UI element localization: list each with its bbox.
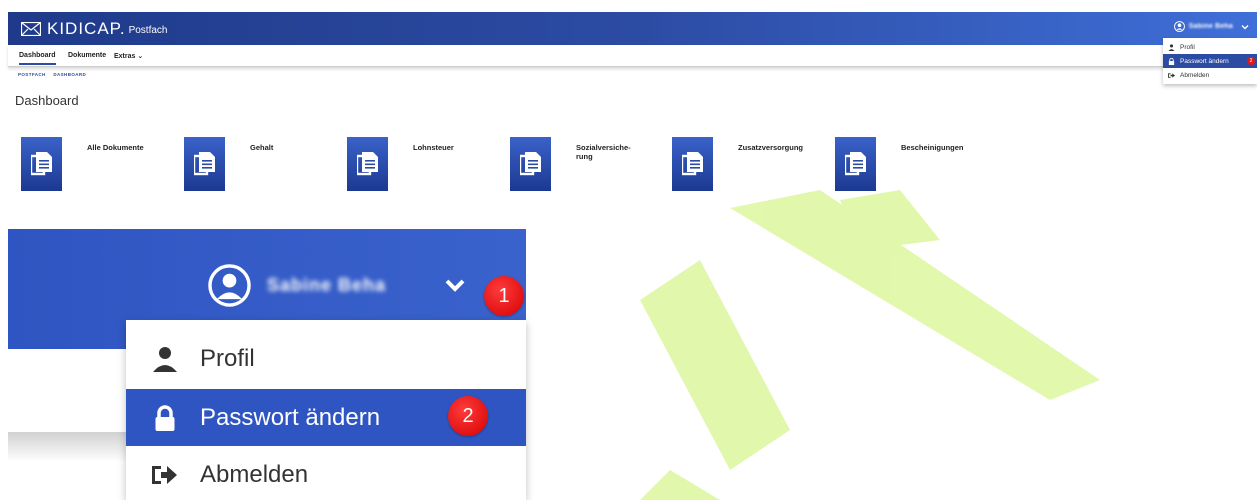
menu-item-label: Profil xyxy=(200,344,255,372)
user-circle-icon xyxy=(208,264,251,307)
tile-label: Gehalt xyxy=(250,143,274,152)
logo-text: KIDICAP. xyxy=(47,18,126,38)
menu-item-abmelden[interactable]: Abmelden xyxy=(1163,68,1257,82)
menu-item-abmelden[interactable]: Abmelden xyxy=(126,446,526,500)
tile-icon-box xyxy=(184,137,225,191)
menu-item-label: Profil xyxy=(1180,43,1195,51)
menu-item-profil[interactable]: Profil xyxy=(1163,40,1257,54)
breadcrumb-dashboard[interactable]: DASHBOARD xyxy=(53,72,86,77)
menu-item-label: Abmelden xyxy=(200,460,309,488)
tile-label: Alle Dokumente xyxy=(87,143,144,152)
tile-alle-dokumente[interactable]: Alle Dokumente xyxy=(21,137,171,194)
tile-icon-box xyxy=(510,137,551,191)
breadcrumb: POSTFACH DASHBOARD xyxy=(18,72,92,77)
step-badge-1: 1 xyxy=(484,276,524,316)
user-circle-icon xyxy=(1173,21,1185,32)
tile-gehalt[interactable]: Gehalt xyxy=(184,137,334,194)
tile-icon-box xyxy=(672,137,713,191)
document-copy-icon xyxy=(520,152,541,176)
user-name: Sabine Beha xyxy=(267,275,387,295)
step-badge: 2 xyxy=(1247,57,1255,65)
menu-item-label: Passwort ändern xyxy=(1180,57,1229,65)
lock-icon xyxy=(1168,57,1175,65)
user-menu-toggle[interactable]: Sabine Beha xyxy=(1173,21,1249,32)
chevron-down-icon xyxy=(1241,24,1249,29)
tile-label: Sozialversiche- rung xyxy=(576,143,631,161)
document-copy-icon xyxy=(31,152,52,176)
tile-sozialversicherung[interactable]: Sozialversiche- rung xyxy=(510,137,660,194)
page-title: Dashboard xyxy=(15,93,79,108)
document-copy-icon xyxy=(357,152,378,176)
top-header-bar: KIDICAP. Postfach Sabine Beha xyxy=(8,12,1257,45)
logo-subtitle: Postfach xyxy=(128,25,168,36)
tab-dokumente[interactable]: Dokumente xyxy=(68,52,106,59)
tab-dashboard[interactable]: Dashboard xyxy=(19,52,56,65)
tile-icon-box xyxy=(347,137,388,191)
app-logo[interactable]: KIDICAP. Postfach xyxy=(21,18,167,39)
tab-extras[interactable]: Extras ⌄ xyxy=(114,52,143,60)
tile-label: Zusatzversorgung xyxy=(738,143,804,152)
menu-item-passwort[interactable]: Passwort ändern 2 xyxy=(1163,54,1257,68)
main-nav: Dashboard Dokumente Extras ⌄ xyxy=(8,45,1257,67)
document-copy-icon xyxy=(682,152,703,176)
tile-label: Bescheinigungen xyxy=(901,143,964,152)
tile-label: Lohnsteuer xyxy=(413,143,454,152)
menu-item-label: Abmelden xyxy=(1180,71,1210,79)
document-copy-icon xyxy=(194,152,215,176)
tile-bescheinigungen[interactable]: Bescheinigungen xyxy=(835,137,985,194)
user-icon xyxy=(1168,43,1175,51)
user-icon xyxy=(153,346,177,372)
step-badge-2: 2 xyxy=(448,396,488,436)
envelope-icon xyxy=(21,21,41,36)
tile-icon-box xyxy=(835,137,876,191)
menu-item-profil[interactable]: Profil xyxy=(126,330,526,387)
sign-out-icon xyxy=(1168,72,1175,78)
menu-item-label: Passwort ändern xyxy=(200,403,381,431)
zoomed-user-toggle[interactable]: Sabine Beha xyxy=(208,264,386,307)
breadcrumb-postfach[interactable]: POSTFACH xyxy=(18,72,46,77)
tile-lohnsteuer[interactable]: Lohnsteuer xyxy=(347,137,497,194)
chevron-down-icon[interactable] xyxy=(444,276,466,294)
user-dropdown-small: Profil Passwort ändern 2 Abmelden xyxy=(1163,38,1257,84)
tile-zusatzversorgung[interactable]: Zusatzversorgung xyxy=(672,137,822,194)
tile-icon-box xyxy=(21,137,62,191)
user-name: Sabine Beha xyxy=(1188,23,1233,30)
document-copy-icon xyxy=(845,152,866,176)
lock-icon xyxy=(155,404,175,431)
sign-out-icon xyxy=(152,465,177,484)
